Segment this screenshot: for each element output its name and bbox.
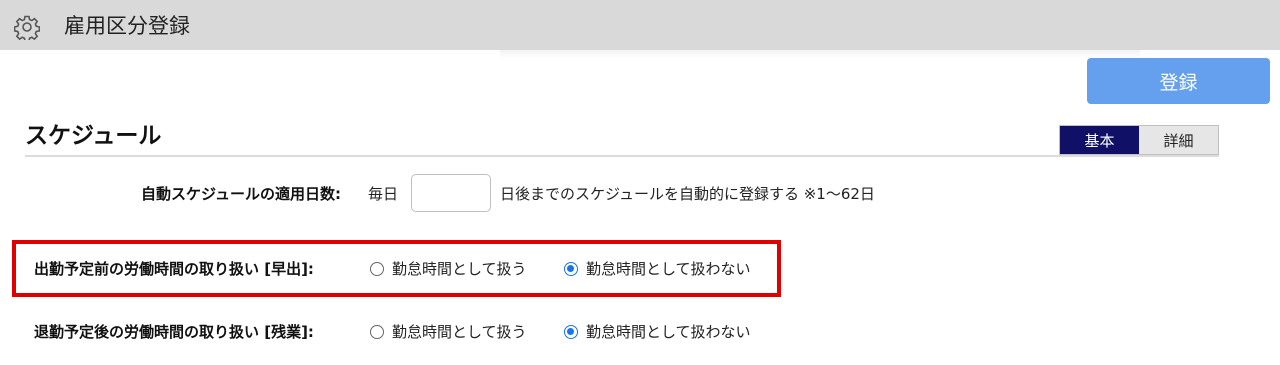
overtime-label: 退勤予定後の労働時間の取り扱い [残業]: (34, 323, 314, 341)
early-work-not-treat-radio[interactable] (564, 262, 578, 276)
overtime-treat-label[interactable]: 勤怠時間として扱う (392, 322, 527, 342)
page: 雇用区分登録 登録 スケジュール 基本 詳細 自動スケジュールの適用日数: 毎日… (0, 0, 1280, 365)
auto-schedule-prefix: 毎日 (368, 185, 399, 203)
early-work-label: 出勤予定前の労働時間の取り扱い [早出]: (34, 260, 314, 278)
tab-basic[interactable]: 基本 (1060, 126, 1139, 154)
auto-schedule-suffix: 日後までのスケジュールを自動的に登録する ※1～62日 (500, 185, 875, 203)
register-button[interactable]: 登録 (1087, 58, 1270, 104)
view-toggle: 基本 詳細 (1059, 125, 1219, 155)
overtime-not-treat-radio[interactable] (564, 325, 578, 339)
gear-icon (13, 14, 41, 43)
overtime-treat-radio[interactable] (370, 325, 384, 339)
auto-schedule-label: 自動スケジュールの適用日数: (141, 185, 341, 203)
overtime-not-treat-label[interactable]: 勤怠時間として扱わない (586, 322, 751, 342)
tab-detail[interactable]: 詳細 (1139, 126, 1218, 154)
early-work-treat-radio[interactable] (370, 262, 384, 276)
auto-schedule-days-input[interactable] (411, 174, 491, 212)
section-divider (25, 155, 1219, 157)
early-work-treat-label[interactable]: 勤怠時間として扱う (392, 259, 527, 279)
title-bar: 雇用区分登録 (0, 0, 1280, 50)
header-shadow (500, 50, 1140, 58)
page-title: 雇用区分登録 (64, 14, 190, 38)
early-work-not-treat-label[interactable]: 勤怠時間として扱わない (586, 259, 751, 279)
section-title: スケジュール (25, 123, 162, 149)
